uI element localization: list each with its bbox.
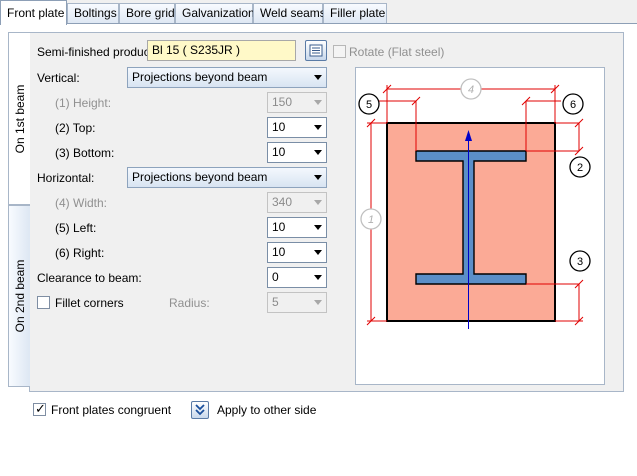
height-value: 150 bbox=[272, 95, 293, 109]
marker-5: 5 bbox=[358, 93, 380, 115]
chevron-down-icon bbox=[314, 175, 322, 180]
rotate-checkbox[interactable] bbox=[333, 45, 346, 58]
chevron-down-icon bbox=[314, 250, 322, 255]
height-label: (1) Height: bbox=[55, 96, 112, 110]
left-select[interactable]: 10 bbox=[267, 217, 327, 238]
tab-boltings[interactable]: Boltings bbox=[67, 3, 119, 24]
catalog-icon bbox=[309, 44, 323, 57]
svg-text:1: 1 bbox=[368, 214, 374, 226]
chevron-down-icon bbox=[314, 75, 322, 80]
tab-front-plate[interactable]: Front plate bbox=[0, 0, 67, 25]
catalog-button[interactable] bbox=[305, 40, 327, 61]
chevron-down-icon bbox=[314, 200, 322, 205]
marker-2: 2 bbox=[569, 156, 591, 178]
right-label: (6) Right: bbox=[55, 246, 105, 260]
bottom-value: 10 bbox=[272, 145, 286, 159]
radius-select[interactable]: 5 bbox=[267, 292, 327, 313]
marker-1: 1 bbox=[360, 208, 382, 230]
chevron-down-icon bbox=[314, 150, 322, 155]
tab-filler-plate[interactable]: Filler plate bbox=[323, 3, 387, 24]
congruent-label: Front plates congruent bbox=[51, 403, 172, 417]
semi-finished-label: Semi-finished product: bbox=[37, 45, 157, 59]
double-chevron-down-icon bbox=[195, 404, 205, 416]
radius-label: Radius: bbox=[169, 296, 210, 310]
tab-galvanization[interactable]: Galvanization bbox=[175, 3, 255, 24]
vertical-label: Vertical: bbox=[37, 71, 80, 85]
right-value: 10 bbox=[272, 245, 286, 259]
bottom-label: (3) Bottom: bbox=[55, 146, 115, 160]
svg-text:5: 5 bbox=[366, 99, 372, 111]
side-tab-1st-beam-label: On 1st beam bbox=[12, 84, 27, 153]
radius-value: 5 bbox=[272, 295, 279, 309]
tab-bore-grid[interactable]: Bore grid bbox=[119, 3, 175, 24]
tab-weld-seams[interactable]: Weld seams bbox=[253, 3, 326, 24]
fillet-label: Fillet corners bbox=[55, 296, 124, 310]
right-select[interactable]: 10 bbox=[267, 242, 327, 263]
semi-finished-field[interactable]: Bl 15 ( S235JR ) bbox=[147, 40, 296, 61]
width-label: (4) Width: bbox=[55, 196, 108, 210]
svg-text:2: 2 bbox=[577, 162, 583, 174]
side-tab-1st-beam[interactable]: On 1st beam bbox=[8, 32, 30, 205]
bottom-select[interactable]: 10 bbox=[267, 142, 327, 163]
marker-4: 4 bbox=[460, 78, 482, 100]
clearance-select[interactable]: 0 bbox=[267, 267, 327, 288]
width-select[interactable]: 340 bbox=[267, 192, 327, 213]
fillet-checkbox[interactable] bbox=[37, 296, 50, 309]
chevron-down-icon bbox=[314, 100, 322, 105]
apply-other-side-button[interactable] bbox=[191, 401, 209, 419]
vertical-select[interactable]: Projections beyond beam bbox=[127, 67, 327, 88]
chevron-down-icon bbox=[314, 275, 322, 280]
chevron-down-icon bbox=[314, 300, 322, 305]
horizontal-value: Projections beyond beam bbox=[132, 170, 268, 184]
svg-text:6: 6 bbox=[570, 99, 576, 111]
horizontal-select[interactable]: Projections beyond beam bbox=[127, 167, 327, 188]
clearance-value: 0 bbox=[272, 270, 279, 284]
chevron-down-icon bbox=[314, 125, 322, 130]
front-plate-diagram: 1 2 3 4 5 6 bbox=[355, 67, 605, 385]
top-value: 10 bbox=[272, 120, 286, 134]
top-label: (2) Top: bbox=[55, 121, 96, 135]
vertical-value: Projections beyond beam bbox=[132, 70, 268, 84]
marker-3: 3 bbox=[569, 250, 591, 272]
apply-other-side-label: Apply to other side bbox=[217, 403, 317, 417]
width-value: 340 bbox=[272, 195, 293, 209]
height-select[interactable]: 150 bbox=[267, 92, 327, 113]
left-label: (5) Left: bbox=[55, 221, 97, 235]
horizontal-label: Horizontal: bbox=[37, 171, 95, 185]
left-value: 10 bbox=[272, 220, 286, 234]
congruent-checkbox[interactable] bbox=[33, 401, 46, 417]
rotate-label: Rotate (Flat steel) bbox=[349, 45, 445, 59]
svg-text:3: 3 bbox=[577, 256, 583, 268]
side-tab-2nd-beam-label: On 2nd beam bbox=[12, 259, 27, 333]
chevron-down-icon bbox=[314, 225, 322, 230]
svg-text:4: 4 bbox=[468, 84, 474, 96]
clearance-label: Clearance to beam: bbox=[37, 271, 142, 285]
side-tab-2nd-beam[interactable]: On 2nd beam bbox=[8, 205, 30, 387]
marker-6: 6 bbox=[562, 93, 584, 115]
top-select[interactable]: 10 bbox=[267, 117, 327, 138]
